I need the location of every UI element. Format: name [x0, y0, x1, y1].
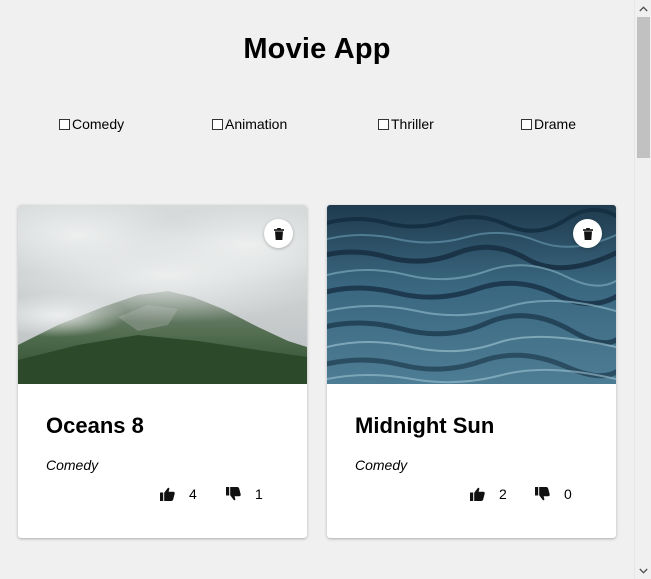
misty-mountain-image — [18, 205, 307, 384]
movie-genre: Comedy — [46, 457, 99, 473]
movie-title: Oceans 8 — [46, 413, 144, 438]
like-button[interactable]: 2 — [470, 486, 507, 502]
filter-comedy[interactable]: Comedy — [59, 116, 124, 132]
like-count: 2 — [499, 486, 507, 502]
movie-genre: Comedy — [355, 457, 408, 473]
thumbs-down-icon — [226, 487, 241, 501]
dislike-button[interactable]: 1 — [226, 486, 263, 502]
scroll-thumb[interactable] — [637, 17, 650, 158]
dislike-count: 0 — [564, 486, 572, 502]
page-viewport: Movie App Comedy Animation Thriller Dram… — [0, 0, 634, 579]
like-count: 4 — [189, 486, 197, 502]
filter-label: Comedy — [72, 116, 125, 132]
trash-icon — [582, 227, 593, 240]
scroll-up-button[interactable] — [635, 0, 651, 17]
filter-checkbox[interactable] — [521, 118, 532, 130]
thumbs-up-icon — [470, 487, 485, 501]
scroll-down-button[interactable] — [635, 562, 651, 579]
filter-checkbox[interactable] — [59, 118, 70, 130]
filter-label: Animation — [225, 116, 288, 132]
filter-drame[interactable]: Drame — [521, 116, 576, 132]
page-title: Movie App — [243, 33, 391, 65]
thumbs-up-icon — [160, 487, 175, 501]
thumbs-down-icon — [535, 487, 550, 501]
movie-card: Midnight Sun Comedy 2 0 — [327, 205, 616, 538]
vote-bar: 4 1 — [18, 486, 307, 506]
filter-checkbox[interactable] — [378, 118, 389, 130]
filter-checkbox[interactable] — [212, 118, 223, 130]
trash-icon — [273, 227, 284, 240]
vote-bar: 2 0 — [327, 486, 616, 506]
dislike-button[interactable]: 0 — [535, 486, 572, 502]
filter-label: Drame — [534, 116, 577, 132]
chevron-up-icon — [639, 5, 648, 11]
vertical-scrollbar[interactable] — [634, 0, 651, 579]
filter-label: Thriller — [391, 116, 434, 132]
delete-button[interactable] — [264, 219, 293, 248]
chevron-down-icon — [639, 568, 648, 574]
movie-card: Oceans 8 Comedy 4 1 — [18, 205, 307, 538]
dislike-count: 1 — [255, 486, 263, 502]
ocean-waves-image — [327, 205, 616, 384]
movie-title: Midnight Sun — [355, 413, 495, 438]
filter-thriller[interactable]: Thriller — [378, 116, 434, 132]
like-button[interactable]: 4 — [160, 486, 197, 502]
filter-animation[interactable]: Animation — [212, 116, 287, 132]
genre-filters: Comedy Animation Thriller Drame — [0, 116, 634, 134]
delete-button[interactable] — [573, 219, 602, 248]
